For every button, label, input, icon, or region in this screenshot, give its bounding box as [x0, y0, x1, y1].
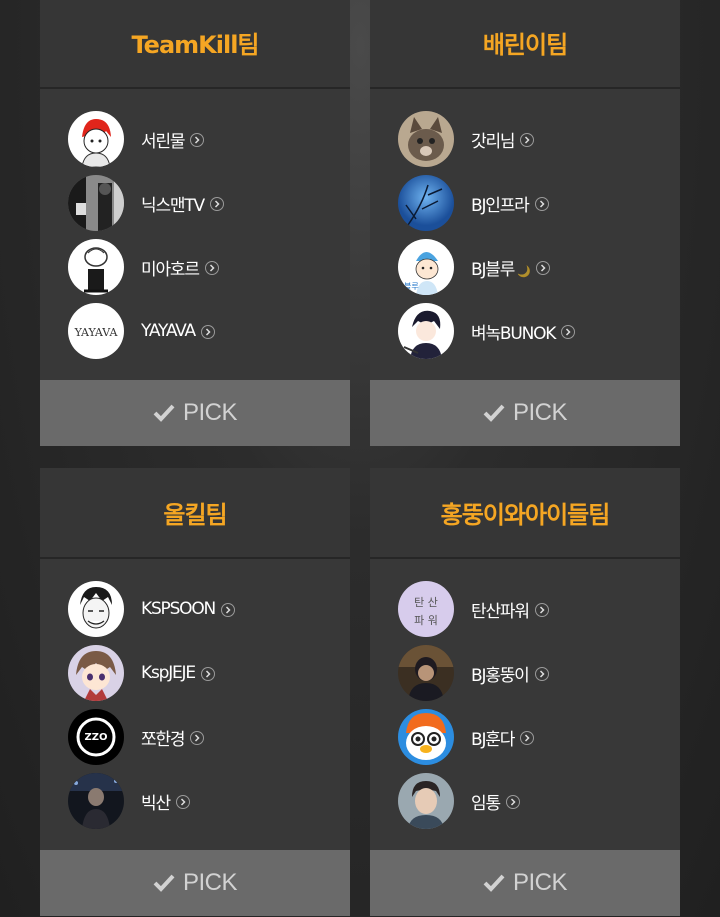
member-name: 닉스맨TV — [141, 195, 205, 216]
chevron-right-icon[interactable] — [200, 325, 215, 339]
avatar — [398, 175, 454, 231]
pick-label: PICK — [512, 399, 568, 426]
chevron-right-icon[interactable] — [520, 731, 535, 745]
avatar-logo-text: YAYAVA — [74, 326, 119, 339]
member-name: BJ블루 🌙 — [471, 259, 531, 280]
member-item[interactable]: 갓리님 — [370, 107, 680, 171]
chevron-right-icon[interactable] — [200, 667, 215, 681]
team-name: 배린이팀 — [482, 31, 568, 59]
avatar — [68, 773, 124, 829]
member-name: BJ훈다 — [471, 729, 515, 750]
checkmark-icon — [153, 403, 175, 423]
chevron-right-icon[interactable] — [534, 667, 549, 681]
member-item[interactable]: KspJEJE — [40, 641, 350, 705]
pick-label: PICK — [182, 869, 238, 896]
member-item[interactable]: BJ인프라 — [370, 171, 680, 235]
team-header: 배린이팀 — [370, 0, 680, 89]
member-name: 쪼한경 — [141, 729, 186, 750]
avatar — [68, 581, 124, 637]
avatar — [398, 709, 454, 765]
avatar: 블루 — [398, 239, 454, 295]
member-item[interactable]: 블루 BJ블루 🌙 — [370, 235, 680, 299]
member-item[interactable]: KSPSOON — [40, 577, 350, 641]
chevron-right-icon[interactable] — [505, 795, 520, 809]
team-header: 홍뚱이와아이들팀 — [370, 468, 680, 559]
chevron-right-icon[interactable] — [190, 133, 205, 147]
team-header: 올킬팀 — [40, 468, 350, 559]
avatar — [68, 111, 124, 167]
member-item[interactable]: 빅산 — [40, 769, 350, 833]
avatar: YAYAVA — [68, 303, 124, 359]
member-item[interactable]: 미아호르 — [40, 235, 350, 299]
member-name: KspJEJE — [141, 663, 196, 683]
member-name: 갓리님 — [471, 131, 516, 152]
team-card-olkill: 올킬팀 KSPSOON KspJEJE ZZO 쪼한경 빅산 PICK — [40, 468, 350, 916]
member-item[interactable]: ZZO 쪼한경 — [40, 705, 350, 769]
avatar — [398, 303, 454, 359]
team-name: 올킬팀 — [163, 501, 227, 529]
member-name: BJ홍뚱이 — [471, 665, 530, 686]
team-card-teamkill: TeamKill팀 서린물 닉스맨TV 미아호르 YAYAVA YAYAVA P… — [40, 0, 350, 446]
avatar — [398, 645, 454, 701]
pick-button[interactable]: PICK — [370, 380, 680, 446]
member-name: 미아호르 — [141, 259, 200, 280]
member-name: 서린물 — [141, 131, 186, 152]
member-list: 서린물 닉스맨TV 미아호르 YAYAVA YAYAVA — [40, 89, 350, 380]
team-card-hongttungi: 홍뚱이와아이들팀 탄 산파 워 탄산파워 BJ홍뚱이 BJ훈다 임통 PICK — [370, 468, 680, 916]
pick-label: PICK — [512, 869, 568, 896]
member-item[interactable]: 벼녹BUNOK — [370, 299, 680, 363]
team-card-baerini: 배린이팀 갓리님 BJ인프라 블루 BJ블루 🌙 벼녹BUNOK PICK — [370, 0, 680, 446]
avatar — [68, 239, 124, 295]
pick-label: PICK — [182, 399, 238, 426]
member-name: 탄산파워 — [471, 601, 530, 622]
member-list: 갓리님 BJ인프라 블루 BJ블루 🌙 벼녹BUNOK — [370, 89, 680, 380]
avatar — [68, 645, 124, 701]
chevron-right-icon[interactable] — [209, 197, 224, 211]
chevron-right-icon[interactable] — [175, 795, 190, 809]
avatar-text-line1: 탄 산 — [414, 596, 438, 609]
checkmark-icon — [153, 873, 175, 893]
member-name: 빅산 — [141, 793, 171, 814]
team-header: TeamKill팀 — [40, 0, 350, 89]
pick-button[interactable]: PICK — [40, 380, 350, 446]
member-item[interactable]: 임통 — [370, 769, 680, 833]
avatar: ZZO — [68, 709, 124, 765]
checkmark-icon — [483, 873, 505, 893]
avatar — [68, 175, 124, 231]
member-item[interactable]: 닉스맨TV — [40, 171, 350, 235]
member-item[interactable]: YAYAVA YAYAVA — [40, 299, 350, 363]
avatar — [398, 773, 454, 829]
pick-button[interactable]: PICK — [40, 850, 350, 916]
avatar: 탄 산파 워 — [398, 581, 454, 637]
team-name: TeamKill팀 — [131, 31, 259, 59]
team-name: 홍뚱이와아이들팀 — [440, 501, 611, 529]
member-name: YAYAVA — [141, 321, 196, 341]
chevron-right-icon[interactable] — [534, 197, 549, 211]
member-list: KSPSOON KspJEJE ZZO 쪼한경 빅산 — [40, 559, 350, 850]
member-name: BJ인프라 — [471, 195, 530, 216]
chevron-right-icon[interactable] — [534, 603, 549, 617]
checkmark-icon — [483, 403, 505, 423]
chevron-right-icon[interactable] — [190, 731, 205, 745]
avatar-text-line2: 파 워 — [414, 614, 438, 627]
moon-icon: 🌙 — [517, 264, 531, 278]
member-list: 탄 산파 워 탄산파워 BJ홍뚱이 BJ훈다 임통 — [370, 559, 680, 850]
member-item[interactable]: BJ홍뚱이 — [370, 641, 680, 705]
member-item[interactable]: 서린물 — [40, 107, 350, 171]
member-name: 벼녹BUNOK — [471, 323, 556, 344]
chevron-right-icon[interactable] — [535, 261, 550, 275]
chevron-right-icon[interactable] — [221, 603, 236, 617]
pick-button[interactable]: PICK — [370, 850, 680, 916]
chevron-right-icon[interactable] — [204, 261, 219, 275]
chevron-right-icon[interactable] — [561, 325, 576, 339]
member-item[interactable]: BJ훈다 — [370, 705, 680, 769]
avatar-logo-text: ZZO — [84, 732, 107, 743]
avatar — [398, 111, 454, 167]
svg-text:블루: 블루 — [404, 281, 419, 291]
member-name: 임통 — [471, 793, 501, 814]
member-item[interactable]: 탄 산파 워 탄산파워 — [370, 577, 680, 641]
chevron-right-icon[interactable] — [520, 133, 535, 147]
member-name: KSPSOON — [141, 599, 216, 619]
